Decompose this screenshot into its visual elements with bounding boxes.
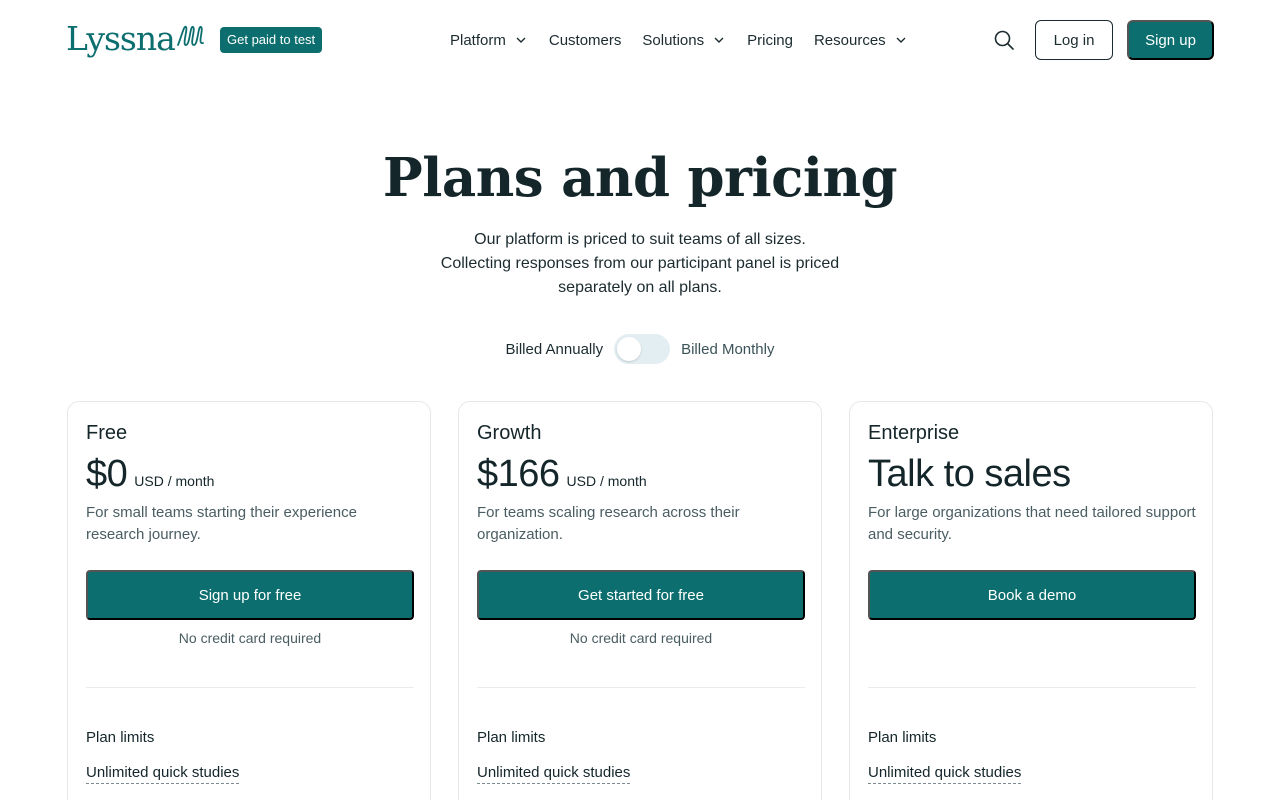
nav-item-platform[interactable]: Platform <box>450 28 528 52</box>
plan-card-growth: Growth $166 USD / month For teams scalin… <box>458 401 822 800</box>
chevron-down-icon <box>516 37 526 43</box>
search-icon <box>994 30 1014 50</box>
sign-up-free-button[interactable]: Sign up for free <box>86 570 414 620</box>
limit-item[interactable]: Unlimited quick studies <box>477 763 631 784</box>
billed-annually-label[interactable]: Billed Annually <box>506 341 604 358</box>
logo-squiggle-icon <box>176 25 204 46</box>
plan-limits-title: Plan limits <box>86 729 155 746</box>
page-subtitle: Our platform is priced to suit teams of … <box>440 231 840 296</box>
divider <box>868 687 1196 688</box>
plan-description: For small teams starting their experienc… <box>86 504 357 543</box>
nav-item-pricing[interactable]: Pricing <box>747 28 793 52</box>
plan-card-free: Free $0 USD / month For small teams star… <box>67 401 431 800</box>
price-unit: USD / month <box>566 473 647 489</box>
chevron-down-icon <box>714 37 724 43</box>
logo-wordmark: Lyssna <box>66 19 176 58</box>
plan-price: Talk to sales <box>868 453 1071 495</box>
price-row: $0 USD / month <box>86 452 214 496</box>
site-header: Lyssna Get paid to test Platform Custome… <box>0 0 1280 80</box>
limit-item[interactable]: Unlimited quick studies <box>868 763 1022 784</box>
divider <box>477 687 805 688</box>
cta-note: No credit card required <box>569 630 713 646</box>
plan-name: Free <box>86 422 128 444</box>
cta-note: No credit card required <box>178 630 322 646</box>
search-button[interactable] <box>992 28 1016 52</box>
nav-label: Platform <box>450 31 506 49</box>
plan-limits-title: Plan limits <box>868 729 937 746</box>
chevron-down-icon <box>896 37 906 43</box>
limit-item[interactable]: Unlimited quick studies <box>86 763 240 784</box>
book-demo-button[interactable]: Book a demo <box>868 570 1196 620</box>
plan-card-enterprise: Enterprise Talk to sales For large organ… <box>849 401 1213 800</box>
plan-description: For teams scaling research across their … <box>477 504 740 543</box>
price-row: Talk to sales <box>868 452 1071 496</box>
lyssna-logo[interactable]: Lyssna <box>66 18 206 60</box>
price-unit: USD / month <box>134 473 215 489</box>
plan-price: $166 <box>477 453 560 495</box>
login-button[interactable]: Log in <box>1035 20 1113 60</box>
signup-button[interactable]: Sign up <box>1127 20 1214 60</box>
plan-name: Growth <box>477 422 542 444</box>
price-row: $166 USD / month <box>477 452 647 496</box>
nav-item-resources[interactable]: Resources <box>814 28 908 52</box>
nav-label: Solutions <box>642 31 705 49</box>
get-started-free-button[interactable]: Get started for free <box>477 570 805 620</box>
plan-description: For large organizations that need tailor… <box>868 504 1196 543</box>
nav-label: Resources <box>813 31 886 49</box>
nav-label: Pricing <box>747 31 793 49</box>
main-nav: Platform Customers Solutions Pricing Res… <box>450 28 929 52</box>
plan-price: $0 <box>86 453 128 495</box>
billed-monthly-label[interactable]: Billed Monthly <box>681 341 774 358</box>
toggle-knob <box>617 337 642 361</box>
nav-item-customers[interactable]: Customers <box>549 28 622 52</box>
page-title: Plans and pricing <box>382 147 898 209</box>
get-paid-badge[interactable]: Get paid to test <box>220 27 323 53</box>
plan-limits-title: Plan limits <box>477 729 546 746</box>
nav-label: Customers <box>548 31 622 49</box>
billing-toggle[interactable] <box>614 334 671 364</box>
billing-toggle-group: Billed Annually Billed Monthly <box>0 334 1280 364</box>
nav-item-solutions[interactable]: Solutions <box>642 28 726 52</box>
divider <box>86 687 414 688</box>
plan-name: Enterprise <box>868 422 960 444</box>
